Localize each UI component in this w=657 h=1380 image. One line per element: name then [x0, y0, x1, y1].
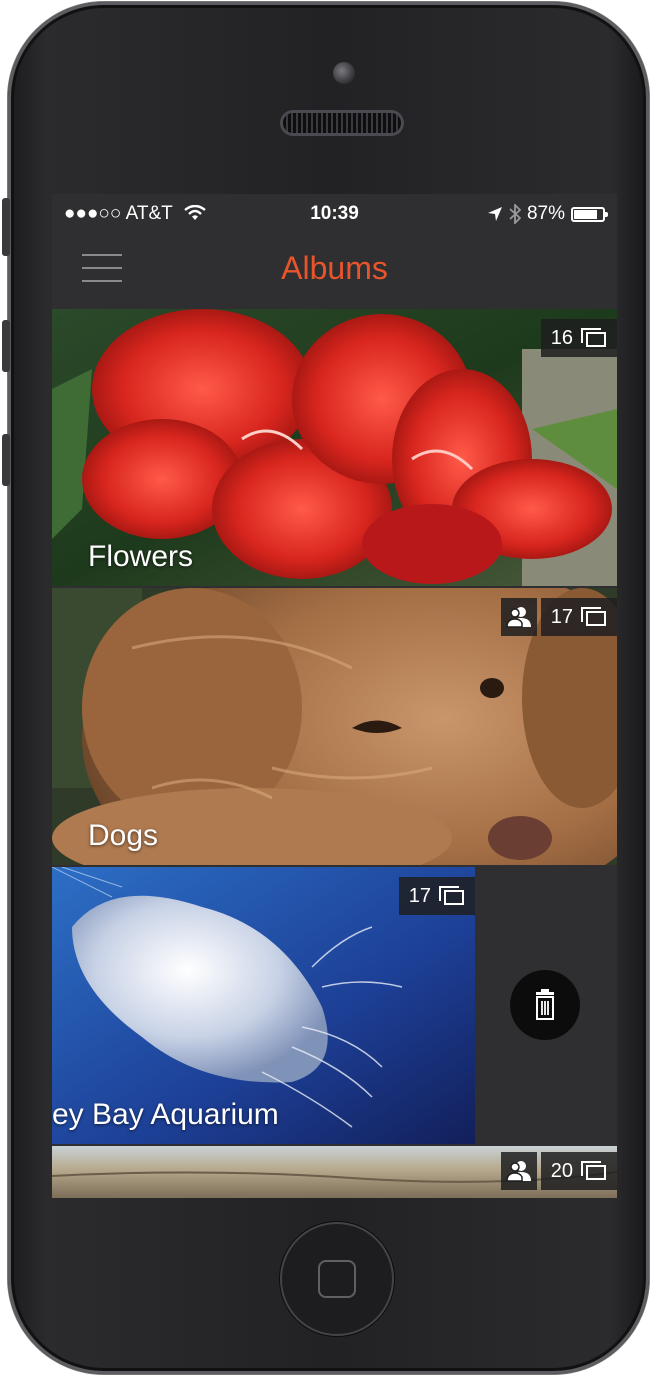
mute-switch	[2, 198, 10, 256]
album-row-aerial[interactable]: 20	[52, 1146, 617, 1198]
battery-fill	[574, 209, 597, 219]
battery-icon	[571, 206, 608, 222]
shared-album-badge	[500, 598, 537, 636]
home-square-icon	[318, 1260, 356, 1298]
album-name: ey Bay Aquarium	[52, 1098, 279, 1131]
album-badges: 17	[500, 598, 617, 636]
photo-count: 17	[550, 605, 573, 628]
photo-count: 20	[550, 1159, 573, 1182]
photo-count-badge: 17	[540, 598, 617, 636]
photos-stack-icon	[581, 607, 607, 627]
photo-count: 17	[408, 884, 431, 907]
bluetooth-icon	[509, 204, 521, 224]
album-name: Dogs	[88, 819, 159, 852]
album-badges: 20	[500, 1152, 617, 1190]
photo-count-badge: 17	[398, 877, 475, 915]
album-row-dogs[interactable]: 17 Dogs	[52, 588, 617, 865]
delete-album-button[interactable]	[510, 970, 580, 1040]
location-arrow-icon	[487, 207, 502, 221]
shared-album-badge	[500, 1152, 537, 1190]
earpiece-speaker	[283, 113, 401, 133]
photo-count-badge: 20	[540, 1152, 617, 1190]
album-badges: 16	[540, 319, 617, 357]
shared-people-icon	[505, 1161, 531, 1182]
nav-bar: Albums	[52, 236, 617, 308]
album-row-aquarium[interactable]: 17 ey Bay Aquarium	[52, 867, 475, 1144]
volume-up-button	[2, 320, 10, 372]
volume-down-button	[2, 434, 10, 486]
photo-count: 16	[550, 326, 573, 349]
home-button[interactable]	[280, 1222, 394, 1336]
app-screen: ●●●○○ AT&T 10:39 87% Albums 16 Flowers 1…	[52, 194, 617, 1198]
front-camera	[333, 62, 355, 84]
shared-people-icon	[505, 607, 531, 628]
photos-stack-icon	[581, 328, 607, 348]
trash-icon	[536, 989, 554, 1020]
album-name: Flowers	[88, 540, 194, 573]
page-title: Albums	[281, 250, 388, 286]
album-badges: 17	[398, 877, 475, 915]
battery-percent: 87%	[526, 203, 565, 224]
status-right: 87%	[487, 203, 608, 225]
photos-stack-icon	[581, 1161, 607, 1181]
album-row-flowers[interactable]: 16 Flowers	[52, 309, 617, 586]
photo-count-badge: 16	[540, 319, 617, 357]
photos-stack-icon	[439, 886, 465, 906]
status-bar: ●●●○○ AT&T 10:39 87%	[52, 194, 617, 236]
